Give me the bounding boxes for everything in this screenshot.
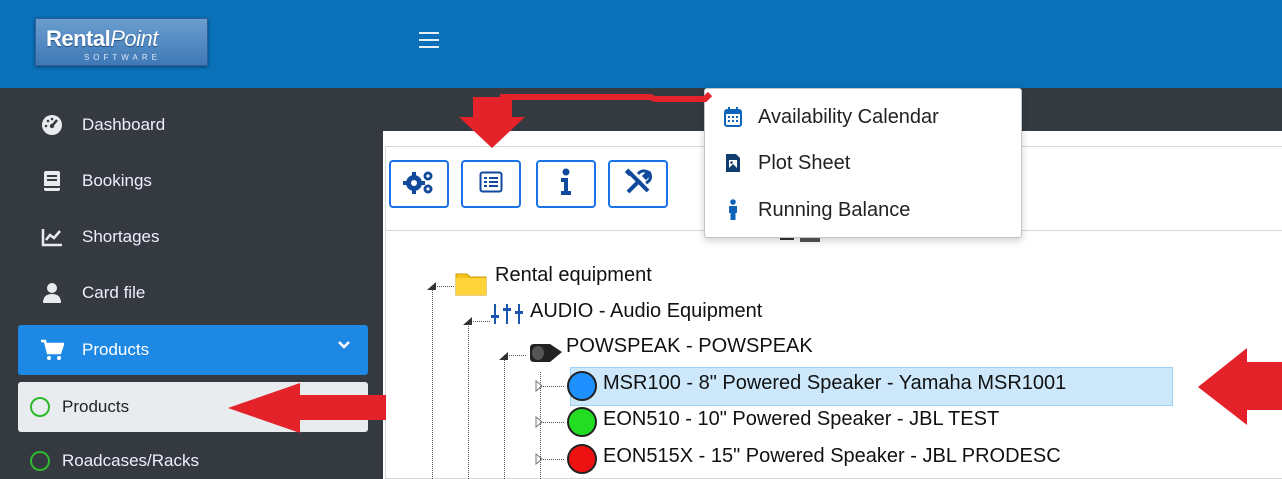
annotation-arrows — [228, 91, 1282, 433]
app-root: RentalPoint SOFTWARE Dashboard Bookings … — [0, 0, 1282, 479]
red-arrow-left-right-edge — [1198, 348, 1282, 425]
red-arrow-down — [458, 97, 525, 148]
red-arrow-left — [228, 383, 386, 433]
red-arrow-line — [500, 91, 713, 102]
